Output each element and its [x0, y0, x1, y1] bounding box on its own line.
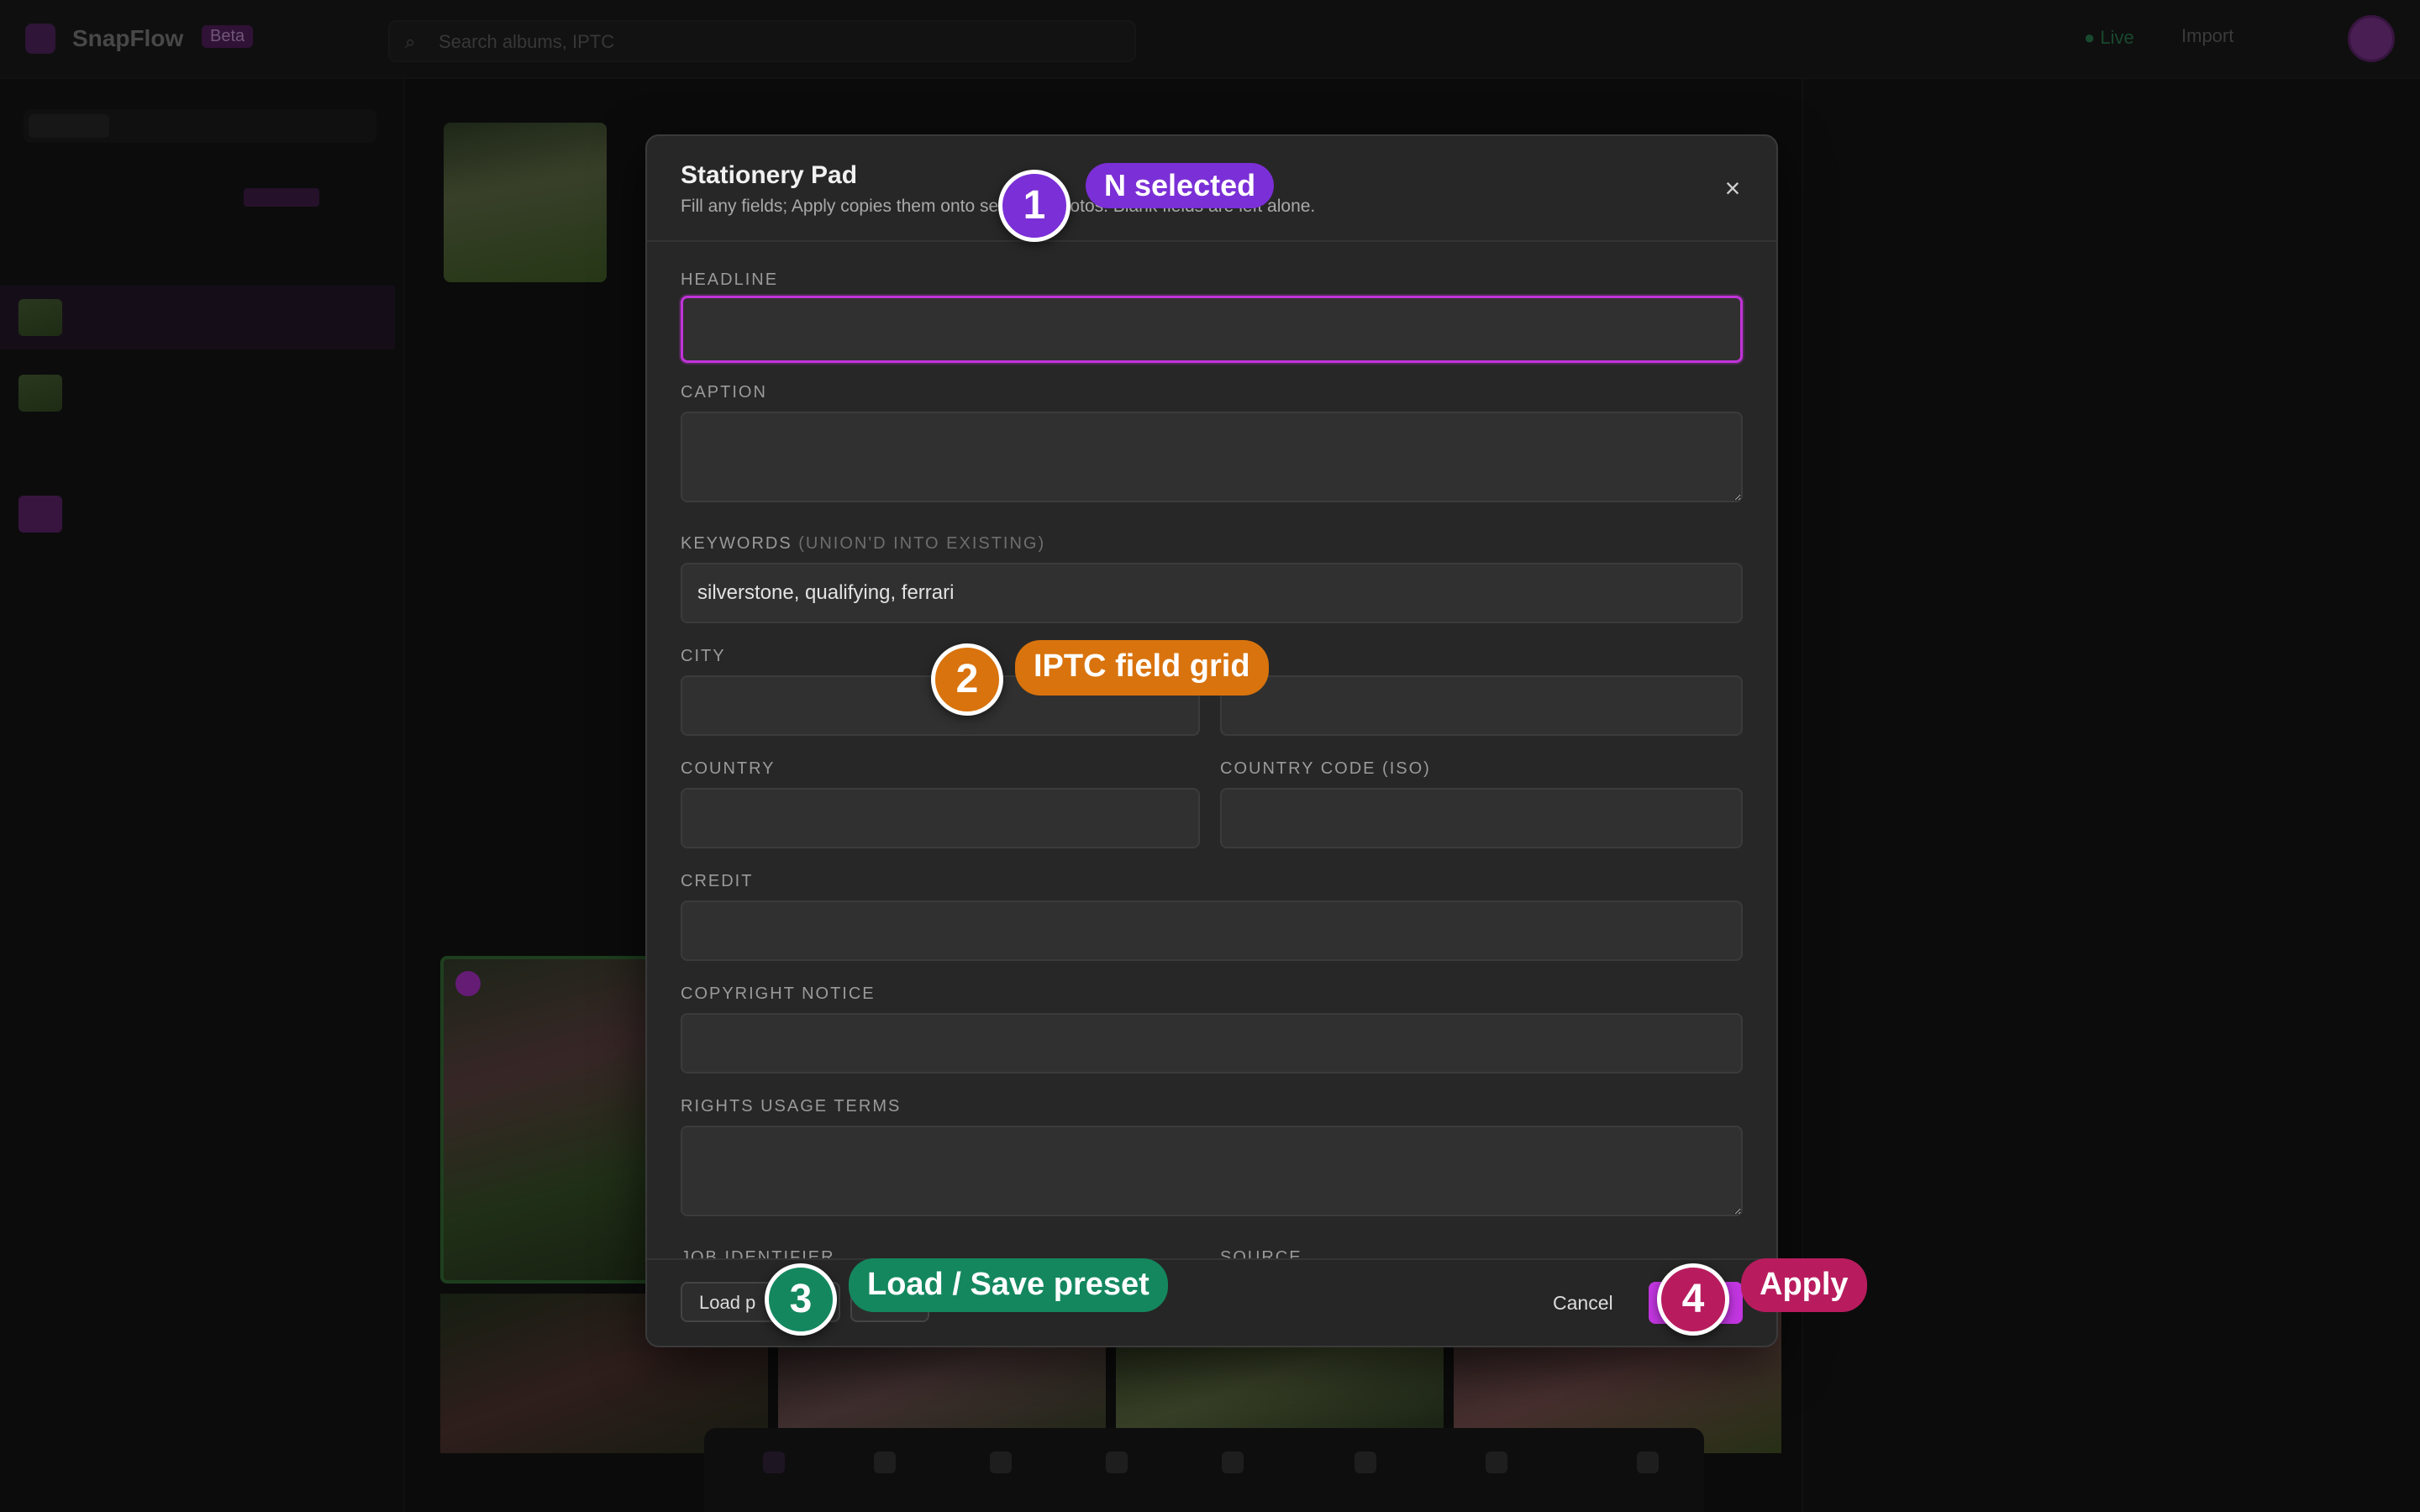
state-input[interactable] — [1220, 675, 1743, 736]
city-label: CITY — [681, 647, 726, 665]
annotation-2-label: IPTC field grid — [1015, 640, 1269, 696]
country-label: COUNTRY — [681, 759, 776, 778]
country-code-input[interactable] — [1220, 788, 1743, 848]
credit-label: CREDIT — [681, 872, 754, 890]
dialog-title: Stationery Pad — [681, 161, 858, 189]
cancel-button[interactable]: Cancel — [1553, 1292, 1613, 1315]
keywords-label: KEYWORDS (UNION'D INTO EXISTING) — [681, 534, 1045, 554]
annotation-3-label: Load / Save preset — [849, 1258, 1168, 1312]
copyright-label: COPYRIGHT NOTICE — [681, 984, 876, 1003]
headline-label: HEADLINE — [681, 270, 779, 289]
keywords-hint: (UNION'D INTO EXISTING) — [798, 534, 1046, 553]
rights-usage-label: RIGHTS USAGE TERMS — [681, 1097, 902, 1116]
headline-input[interactable] — [681, 296, 1743, 363]
keywords-input[interactable] — [681, 563, 1743, 623]
country-code-label: COUNTRY CODE (ISO) — [1220, 759, 1431, 778]
credit-input[interactable] — [681, 900, 1743, 961]
annotation-1-circle: 1 — [998, 170, 1071, 242]
caption-label: CAPTION — [681, 383, 767, 402]
close-icon[interactable]: × — [1718, 173, 1748, 203]
copyright-input[interactable] — [681, 1013, 1743, 1074]
rights-usage-textarea[interactable] — [681, 1126, 1743, 1216]
annotation-4-label: Apply — [1741, 1258, 1867, 1312]
country-input[interactable] — [681, 788, 1200, 848]
annotation-1-label: N selected — [1086, 163, 1275, 208]
annotation-4-circle: 4 — [1657, 1263, 1729, 1336]
annotation-3-circle: 3 — [765, 1263, 837, 1336]
caption-textarea[interactable] — [681, 412, 1743, 502]
annotation-2-circle: 2 — [931, 643, 1003, 716]
stationery-pad-dialog: Stationery Pad Fill any fields; Apply co… — [645, 134, 1778, 1347]
keywords-label-text: KEYWORDS — [681, 534, 792, 553]
